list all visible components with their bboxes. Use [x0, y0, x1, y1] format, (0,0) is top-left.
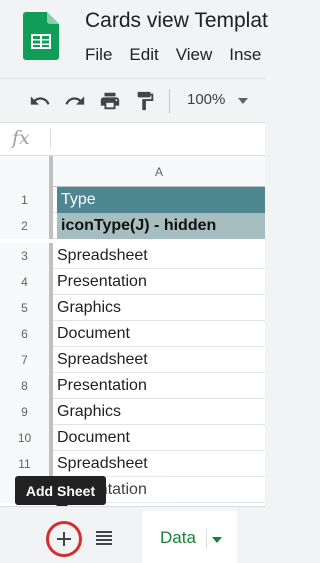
table-row: 10 Document [0, 425, 265, 451]
row-number[interactable]: 2 [0, 213, 53, 239]
row-number[interactable]: 4 [0, 269, 53, 295]
column-header-row: A [0, 156, 265, 187]
toolbar: 100% [0, 78, 265, 122]
sheet-tab-label: Data [160, 528, 196, 547]
all-sheets-button[interactable] [94, 527, 114, 547]
print-icon[interactable] [98, 89, 122, 113]
column-header-a[interactable]: A [53, 156, 265, 187]
table-row: 6 Document [0, 321, 265, 347]
row-number[interactable]: 5 [0, 295, 53, 321]
table-row: 8 Presentation [0, 373, 265, 399]
table-row: 9 Graphics [0, 399, 265, 425]
formula-divider [50, 129, 51, 149]
table-row: 3 Spreadsheet [0, 243, 265, 269]
table-row: 1 Type [0, 187, 265, 213]
paint-format-icon[interactable] [133, 89, 157, 113]
row-number[interactable]: 9 [0, 399, 53, 425]
table-row: 4 Presentation [0, 269, 265, 295]
sheet-tab-bar: Data [0, 506, 265, 563]
cell[interactable]: Document [57, 425, 265, 451]
formula-bar: fx [0, 122, 265, 156]
menu-bar: File Edit View Inse [85, 45, 278, 65]
sheet-tab-divider [206, 529, 207, 549]
sheet-tab-data[interactable]: Data [142, 511, 237, 563]
menu-edit[interactable]: Edit [129, 45, 158, 65]
cell[interactable]: iconType(J) - hidden [57, 213, 265, 239]
table-row: 5 Graphics [0, 295, 265, 321]
cell[interactable]: Spreadsheet [57, 347, 265, 373]
sheet-menu-dropdown-icon[interactable] [212, 537, 222, 543]
plus-icon [57, 532, 71, 546]
table-row: 7 Spreadsheet [0, 347, 265, 373]
select-all-corner[interactable] [0, 156, 53, 187]
undo-icon[interactable] [28, 89, 52, 113]
table-row: 2 iconType(J) - hidden [0, 213, 265, 239]
menu-view[interactable]: View [176, 45, 213, 65]
row-number[interactable]: 3 [0, 243, 53, 269]
row-number[interactable]: 10 [0, 425, 53, 451]
cell[interactable]: Type [57, 187, 265, 213]
cell[interactable]: Graphics [57, 295, 265, 321]
zoom-dropdown-icon[interactable] [238, 98, 248, 104]
row-number[interactable]: 6 [0, 321, 53, 347]
cell[interactable]: Graphics [57, 399, 265, 425]
row-number[interactable]: 7 [0, 347, 53, 373]
cell[interactable]: Spreadsheet [57, 243, 265, 269]
cell[interactable]: Presentation [57, 269, 265, 295]
cell[interactable]: Presentation [57, 373, 265, 399]
menu-insert[interactable]: Inse [229, 45, 261, 65]
menu-file[interactable]: File [85, 45, 112, 65]
fx-icon: fx [12, 127, 30, 149]
add-sheet-button[interactable] [46, 521, 82, 557]
redo-icon[interactable] [63, 89, 87, 113]
spreadsheet-grid[interactable]: A 1 Type 2 iconType(J) - hidden 3 Spread… [0, 156, 265, 506]
cell[interactable]: Spreadsheet [57, 451, 265, 477]
list-icon [96, 531, 112, 545]
row-number[interactable]: 8 [0, 373, 53, 399]
add-sheet-tooltip: Add Sheet [15, 476, 106, 505]
title-bar: Cards view Templat File Edit View Inse [0, 0, 268, 76]
cell[interactable]: Document [57, 321, 265, 347]
document-title[interactable]: Cards view Templat [85, 9, 268, 33]
zoom-select[interactable]: 100% [187, 91, 225, 108]
row-number[interactable]: 1 [0, 187, 53, 213]
sheets-logo-icon[interactable] [23, 12, 59, 60]
table-row: 11 Spreadsheet [0, 451, 265, 477]
row-number[interactable]: 11 [0, 451, 53, 477]
toolbar-divider [169, 89, 170, 113]
